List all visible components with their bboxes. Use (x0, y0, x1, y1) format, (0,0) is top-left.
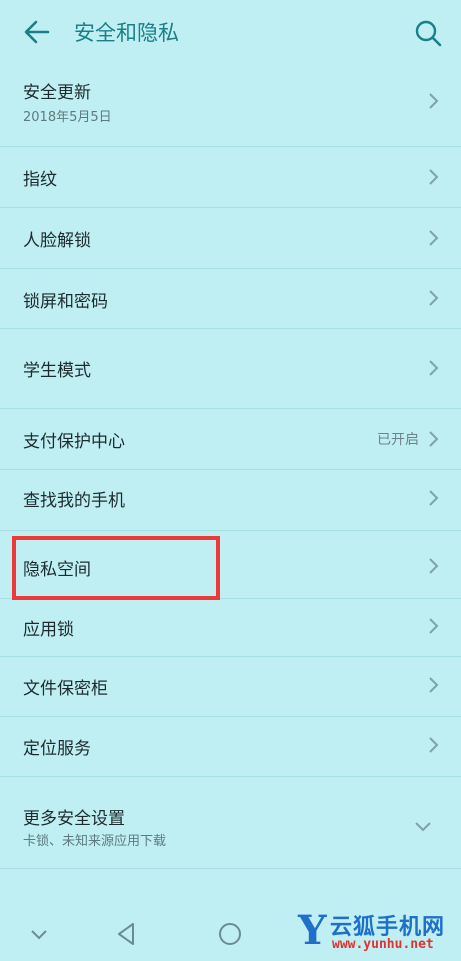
settings-item-label: 学生模式 (23, 361, 91, 381)
chevron-right-icon (429, 490, 439, 506)
chevron-right-icon (429, 618, 439, 634)
settings-item-label: 指纹 (23, 170, 57, 190)
chevron-right-icon (429, 677, 439, 693)
chevron-down-icon (415, 822, 431, 832)
chevron-right-icon (429, 230, 439, 246)
settings-item-label: 查找我的手机 (23, 491, 125, 511)
settings-item-find-my-phone[interactable]: 查找我的手机 (0, 469, 461, 531)
chevron-right-icon (429, 169, 439, 185)
settings-item-file-safe[interactable]: 文件保密柜 (0, 656, 461, 717)
settings-item-fingerprint[interactable]: 指纹 (0, 146, 461, 208)
chevron-right-icon (429, 93, 439, 109)
page-title: 安全和隐私 (74, 21, 179, 45)
settings-item-subtitle: 卡锁、未知来源应用下载 (23, 834, 167, 849)
settings-item-label: 应用锁 (23, 620, 74, 640)
chevron-right-icon (429, 290, 439, 306)
settings-item-security-update[interactable]: 安全更新 2018年5月5日 (0, 64, 461, 147)
highlight-box (12, 536, 220, 600)
settings-item-label: 人脸解锁 (23, 231, 91, 251)
watermark-url: www.yunhu.net (332, 937, 434, 952)
settings-item-label: 文件保密柜 (23, 679, 108, 699)
chevron-right-icon (429, 737, 439, 753)
nav-hide-icon[interactable] (24, 919, 54, 949)
settings-item-location-services[interactable]: 定位服务 (0, 716, 461, 777)
nav-home-icon[interactable] (215, 919, 245, 949)
watermark-letter: Y (298, 907, 327, 954)
settings-item-label: 锁屏和密码 (23, 292, 108, 312)
chevron-right-icon (429, 558, 439, 574)
back-arrow-icon[interactable] (22, 18, 52, 46)
settings-item-student-mode[interactable]: 学生模式 (0, 328, 461, 409)
settings-item-lock-screen-password[interactable]: 锁屏和密码 (0, 268, 461, 329)
search-icon[interactable] (414, 19, 442, 47)
app-bar: 安全和隐私 (0, 0, 461, 64)
settings-item-payment-protection[interactable]: 支付保护中心 已开启 (0, 408, 461, 470)
status-text: 已开启 (377, 432, 419, 448)
settings-item-label: 支付保护中心 (23, 432, 125, 452)
chevron-right-icon (429, 431, 439, 447)
settings-item-more-security[interactable]: 更多安全设置 卡锁、未知来源应用下载 (0, 776, 461, 869)
settings-item-label: 更多安全设置 (23, 809, 125, 829)
settings-item-label: 定位服务 (23, 739, 91, 759)
chevron-right-icon (429, 360, 439, 376)
watermark-logo: Y 云狐手机网 www.yunhu.net (298, 905, 461, 961)
settings-item-label: 安全更新 (23, 83, 91, 103)
settings-item-face-unlock[interactable]: 人脸解锁 (0, 207, 461, 269)
settings-item-subtitle: 2018年5月5日 (23, 110, 112, 125)
settings-item-app-lock[interactable]: 应用锁 (0, 598, 461, 657)
nav-back-icon[interactable] (112, 919, 142, 949)
